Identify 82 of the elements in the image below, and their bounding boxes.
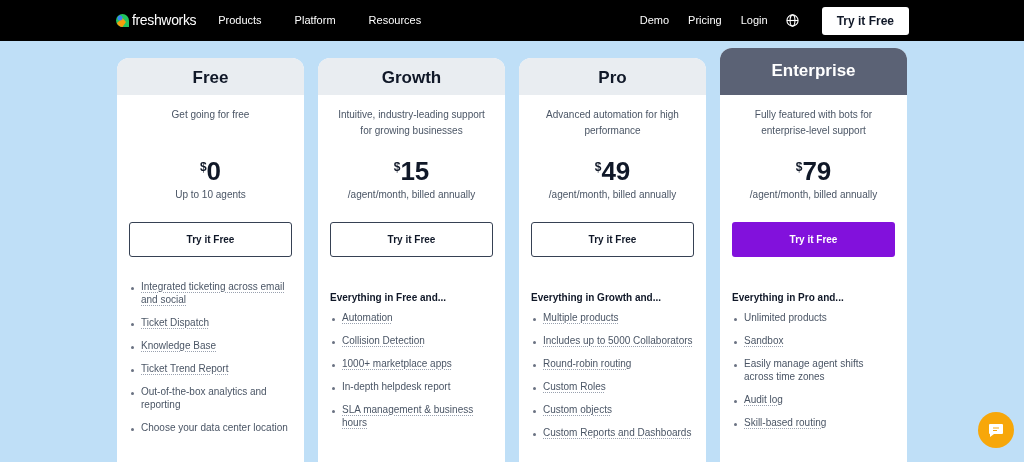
- currency-symbol: $: [393, 159, 401, 174]
- bullet-icon: [533, 341, 536, 344]
- features-heading: Everything in Free and...: [330, 291, 448, 305]
- feature-item: Skill-based routing: [744, 416, 827, 429]
- feature-item: Includes up to 5000 Collaborators: [543, 334, 693, 347]
- feature-item: Round-robin routing: [543, 357, 632, 370]
- bullet-icon: [734, 364, 737, 367]
- chat-icon: [988, 422, 1004, 438]
- plan-name: Enterprise: [771, 59, 856, 82]
- plan-name: Growth: [381, 66, 442, 89]
- feature-item: Audit log: [744, 393, 783, 406]
- feature-item: Ticket Dispatch: [141, 316, 209, 329]
- price-period: /agent/month, billed annually: [346, 188, 477, 202]
- logo-icon[interactable]: [116, 14, 129, 27]
- plan-price: 79: [802, 157, 832, 185]
- currency-symbol: $: [199, 159, 207, 174]
- nav-link[interactable]: Resources: [368, 12, 422, 29]
- nav-link[interactable]: Demo: [639, 12, 670, 29]
- feature-item: Custom Roles: [543, 380, 606, 393]
- bullet-icon: [131, 392, 134, 395]
- feature-item: Sandbox: [744, 334, 784, 347]
- bullet-icon: [332, 387, 335, 390]
- feature-item: SLA management & business hours: [342, 403, 475, 429]
- bullet-icon: [533, 318, 536, 321]
- feature-item: Custom Reports and Dashboards: [543, 426, 692, 439]
- bullet-icon: [533, 387, 536, 390]
- plan-price: 15: [400, 157, 430, 185]
- feature-item: Out-of-the-box analytics and reporting: [141, 385, 268, 411]
- feature-item: Ticket Trend Report: [141, 362, 229, 375]
- plan-price: 0: [206, 157, 222, 185]
- feature-item: Multiple products: [543, 311, 619, 324]
- globe-icon[interactable]: [785, 14, 799, 27]
- feature-item: Automation: [342, 311, 393, 324]
- feature-item: Easily manage agent shifts across time zones: [744, 357, 865, 383]
- brand-logo[interactable]: freshworks: [132, 10, 197, 31]
- feature-item: Collision Detection: [342, 334, 425, 347]
- plan-tagline: Intuitive, industry-leading support for growing businesses: [337, 108, 486, 138]
- bullet-icon: [734, 423, 737, 426]
- try-free-button[interactable]: Try it Free: [129, 222, 292, 257]
- plan-tagline: Advanced automation for high performance: [545, 108, 680, 138]
- try-free-button[interactable]: Try it Free: [531, 222, 694, 257]
- nav-link[interactable]: Login: [740, 12, 768, 29]
- currency-symbol: $: [594, 159, 602, 174]
- try-free-button[interactable]: Try it Free: [330, 222, 493, 257]
- plan-name: Pro: [598, 66, 627, 89]
- bullet-icon: [332, 410, 335, 413]
- feature-item: Integrated ticketing across email and social: [141, 280, 286, 306]
- bullet-icon: [332, 341, 335, 344]
- price-period: /agent/month, billed annually: [547, 188, 678, 202]
- plan-name: Free: [192, 66, 229, 89]
- nav-link[interactable]: Products: [218, 12, 262, 29]
- bullet-icon: [131, 287, 134, 290]
- plan-tagline: Get going for free: [170, 108, 251, 122]
- feature-item: Unlimited products: [744, 311, 827, 324]
- bullet-icon: [533, 410, 536, 413]
- bullet-icon: [332, 364, 335, 367]
- features-heading: Everything in Growth and...: [531, 291, 662, 305]
- bullet-icon: [131, 369, 134, 372]
- bullet-icon: [131, 323, 134, 326]
- feature-item: Knowledge Base: [141, 339, 217, 352]
- bullet-icon: [734, 318, 737, 321]
- feature-item: Custom objects: [543, 403, 612, 416]
- currency-symbol: $: [795, 159, 803, 174]
- try-free-button[interactable]: Try it Free: [732, 222, 895, 257]
- plan-price: 49: [601, 157, 631, 185]
- nav-link[interactable]: Pricing: [688, 12, 722, 29]
- bullet-icon: [533, 364, 536, 367]
- bullet-icon: [734, 400, 737, 403]
- try-free-button[interactable]: Try it Free: [821, 6, 909, 35]
- nav-link[interactable]: Platform: [294, 12, 336, 29]
- plan-tagline: Fully featured with bots for enterprise-level support: [753, 108, 874, 138]
- feature-item: In-depth helpdesk report: [342, 380, 451, 393]
- feature-item: 1000+ marketplace apps: [342, 357, 452, 370]
- bullet-icon: [332, 318, 335, 321]
- bullet-icon: [131, 346, 134, 349]
- price-period: /agent/month, billed annually: [748, 188, 879, 202]
- feature-item: Choose your data center location: [141, 421, 288, 434]
- bullet-icon: [533, 433, 536, 436]
- bullet-icon: [734, 341, 737, 344]
- bullet-icon: [131, 428, 134, 431]
- price-period: Up to 10 agents: [174, 188, 247, 202]
- features-heading: Everything in Pro and...: [732, 291, 845, 305]
